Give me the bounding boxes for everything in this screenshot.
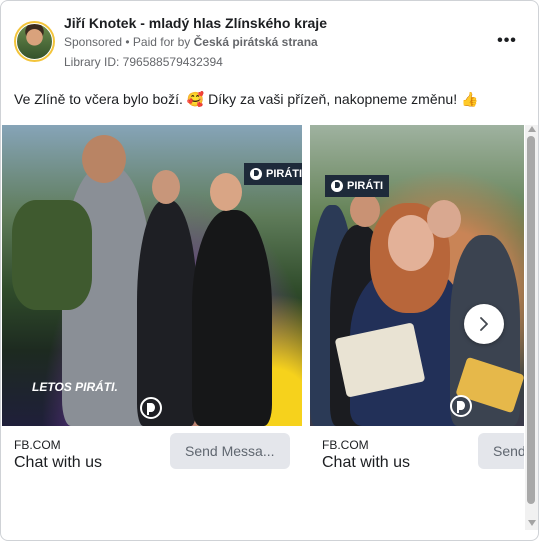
paid-for-by-link[interactable]: Česká pirátská strana bbox=[194, 35, 318, 49]
pirate-logo-icon bbox=[450, 395, 472, 417]
carousel-caption-2[interactable]: FB.COM Chat with us Send Message bbox=[310, 426, 524, 477]
slogan-text: LETOS PIRÁTI. bbox=[32, 380, 118, 394]
sponsored-label: Sponsored bbox=[64, 35, 123, 49]
person-head bbox=[152, 170, 180, 204]
pirate-flag-icon bbox=[250, 168, 262, 180]
caption-title: Chat with us bbox=[322, 454, 411, 471]
carousel-caption-1[interactable]: FB.COM Chat with us Send Messa... bbox=[2, 426, 302, 477]
carousel-card-1[interactable]: PIRÁTI LETOS PIRÁTI. FB.COM Chat with us… bbox=[2, 125, 302, 477]
caption-domain: FB.COM bbox=[14, 438, 61, 452]
banner-text: PIRÁTI bbox=[266, 168, 302, 180]
scroll-up-arrow-icon[interactable] bbox=[528, 126, 536, 132]
carousel-image-2[interactable]: PIRÁTI bbox=[310, 125, 524, 426]
carousel: PIRÁTI LETOS PIRÁTI. FB.COM Chat with us… bbox=[1, 125, 524, 477]
avatar-photo bbox=[16, 23, 53, 60]
person-figure bbox=[192, 210, 272, 426]
carousel-image-1[interactable]: PIRÁTI LETOS PIRÁTI. bbox=[2, 125, 302, 426]
send-message-button[interactable]: Send Messa... bbox=[170, 433, 290, 469]
scroll-thumb[interactable] bbox=[527, 136, 535, 504]
sponsored-line: Sponsored • Paid for by Česká pirátská s… bbox=[64, 35, 318, 49]
caption-domain: FB.COM bbox=[322, 438, 369, 452]
chevron-right-icon bbox=[480, 317, 488, 331]
carousel-next-button[interactable] bbox=[464, 304, 504, 344]
pirati-banner: PIRÁTI bbox=[325, 175, 390, 197]
page-name-link[interactable]: Jiří Knotek - mladý hlas Zlínského kraje bbox=[64, 15, 327, 31]
pirate-logo-icon bbox=[140, 397, 162, 419]
person-figure bbox=[137, 200, 197, 426]
person-head bbox=[427, 200, 461, 238]
backpack-figure bbox=[12, 200, 92, 310]
banner-text: PIRÁTI bbox=[347, 180, 384, 192]
scroll-down-arrow-icon[interactable] bbox=[528, 520, 536, 526]
person-head bbox=[210, 173, 242, 211]
ad-body-text: Ve Zlíně to včera bylo boží. 🥰 Díky za v… bbox=[14, 91, 479, 107]
carousel-card-2[interactable]: PIRÁTI FB.COM Chat with us Send Message bbox=[310, 125, 524, 477]
caption-title: Chat with us bbox=[14, 454, 103, 471]
page-avatar[interactable] bbox=[14, 21, 55, 62]
separator-dot: • bbox=[122, 35, 133, 49]
ad-card: Jiří Knotek - mladý hlas Zlínského kraje… bbox=[0, 0, 539, 541]
more-options-button[interactable]: ••• bbox=[495, 29, 519, 53]
library-id: Library ID: 796588579432394 bbox=[64, 55, 223, 69]
pirate-flag-icon bbox=[331, 180, 343, 192]
vertical-scrollbar[interactable] bbox=[525, 125, 538, 530]
person-head bbox=[350, 193, 380, 227]
send-message-button[interactable]: Send Message bbox=[478, 433, 524, 469]
paid-for-prefix: Paid for by bbox=[132, 35, 194, 49]
more-dots-icon: ••• bbox=[497, 32, 517, 49]
person-head bbox=[82, 135, 126, 183]
pirati-banner: PIRÁTI bbox=[244, 163, 302, 185]
